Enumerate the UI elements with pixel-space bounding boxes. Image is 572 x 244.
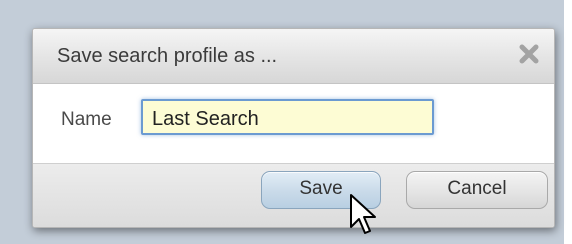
- name-input[interactable]: [141, 99, 434, 135]
- dialog-body: Name: [33, 84, 554, 164]
- cancel-button[interactable]: Cancel: [406, 171, 548, 209]
- dialog-footer: Save Cancel: [33, 163, 554, 227]
- save-search-profile-dialog: Save search profile as ... Name Save Can…: [32, 28, 555, 228]
- close-icon[interactable]: [518, 43, 540, 65]
- save-button[interactable]: Save: [261, 171, 381, 209]
- dialog-title: Save search profile as ...: [57, 45, 278, 67]
- dialog-title-bar: Save search profile as ...: [33, 29, 554, 84]
- name-label: Name: [61, 109, 112, 130]
